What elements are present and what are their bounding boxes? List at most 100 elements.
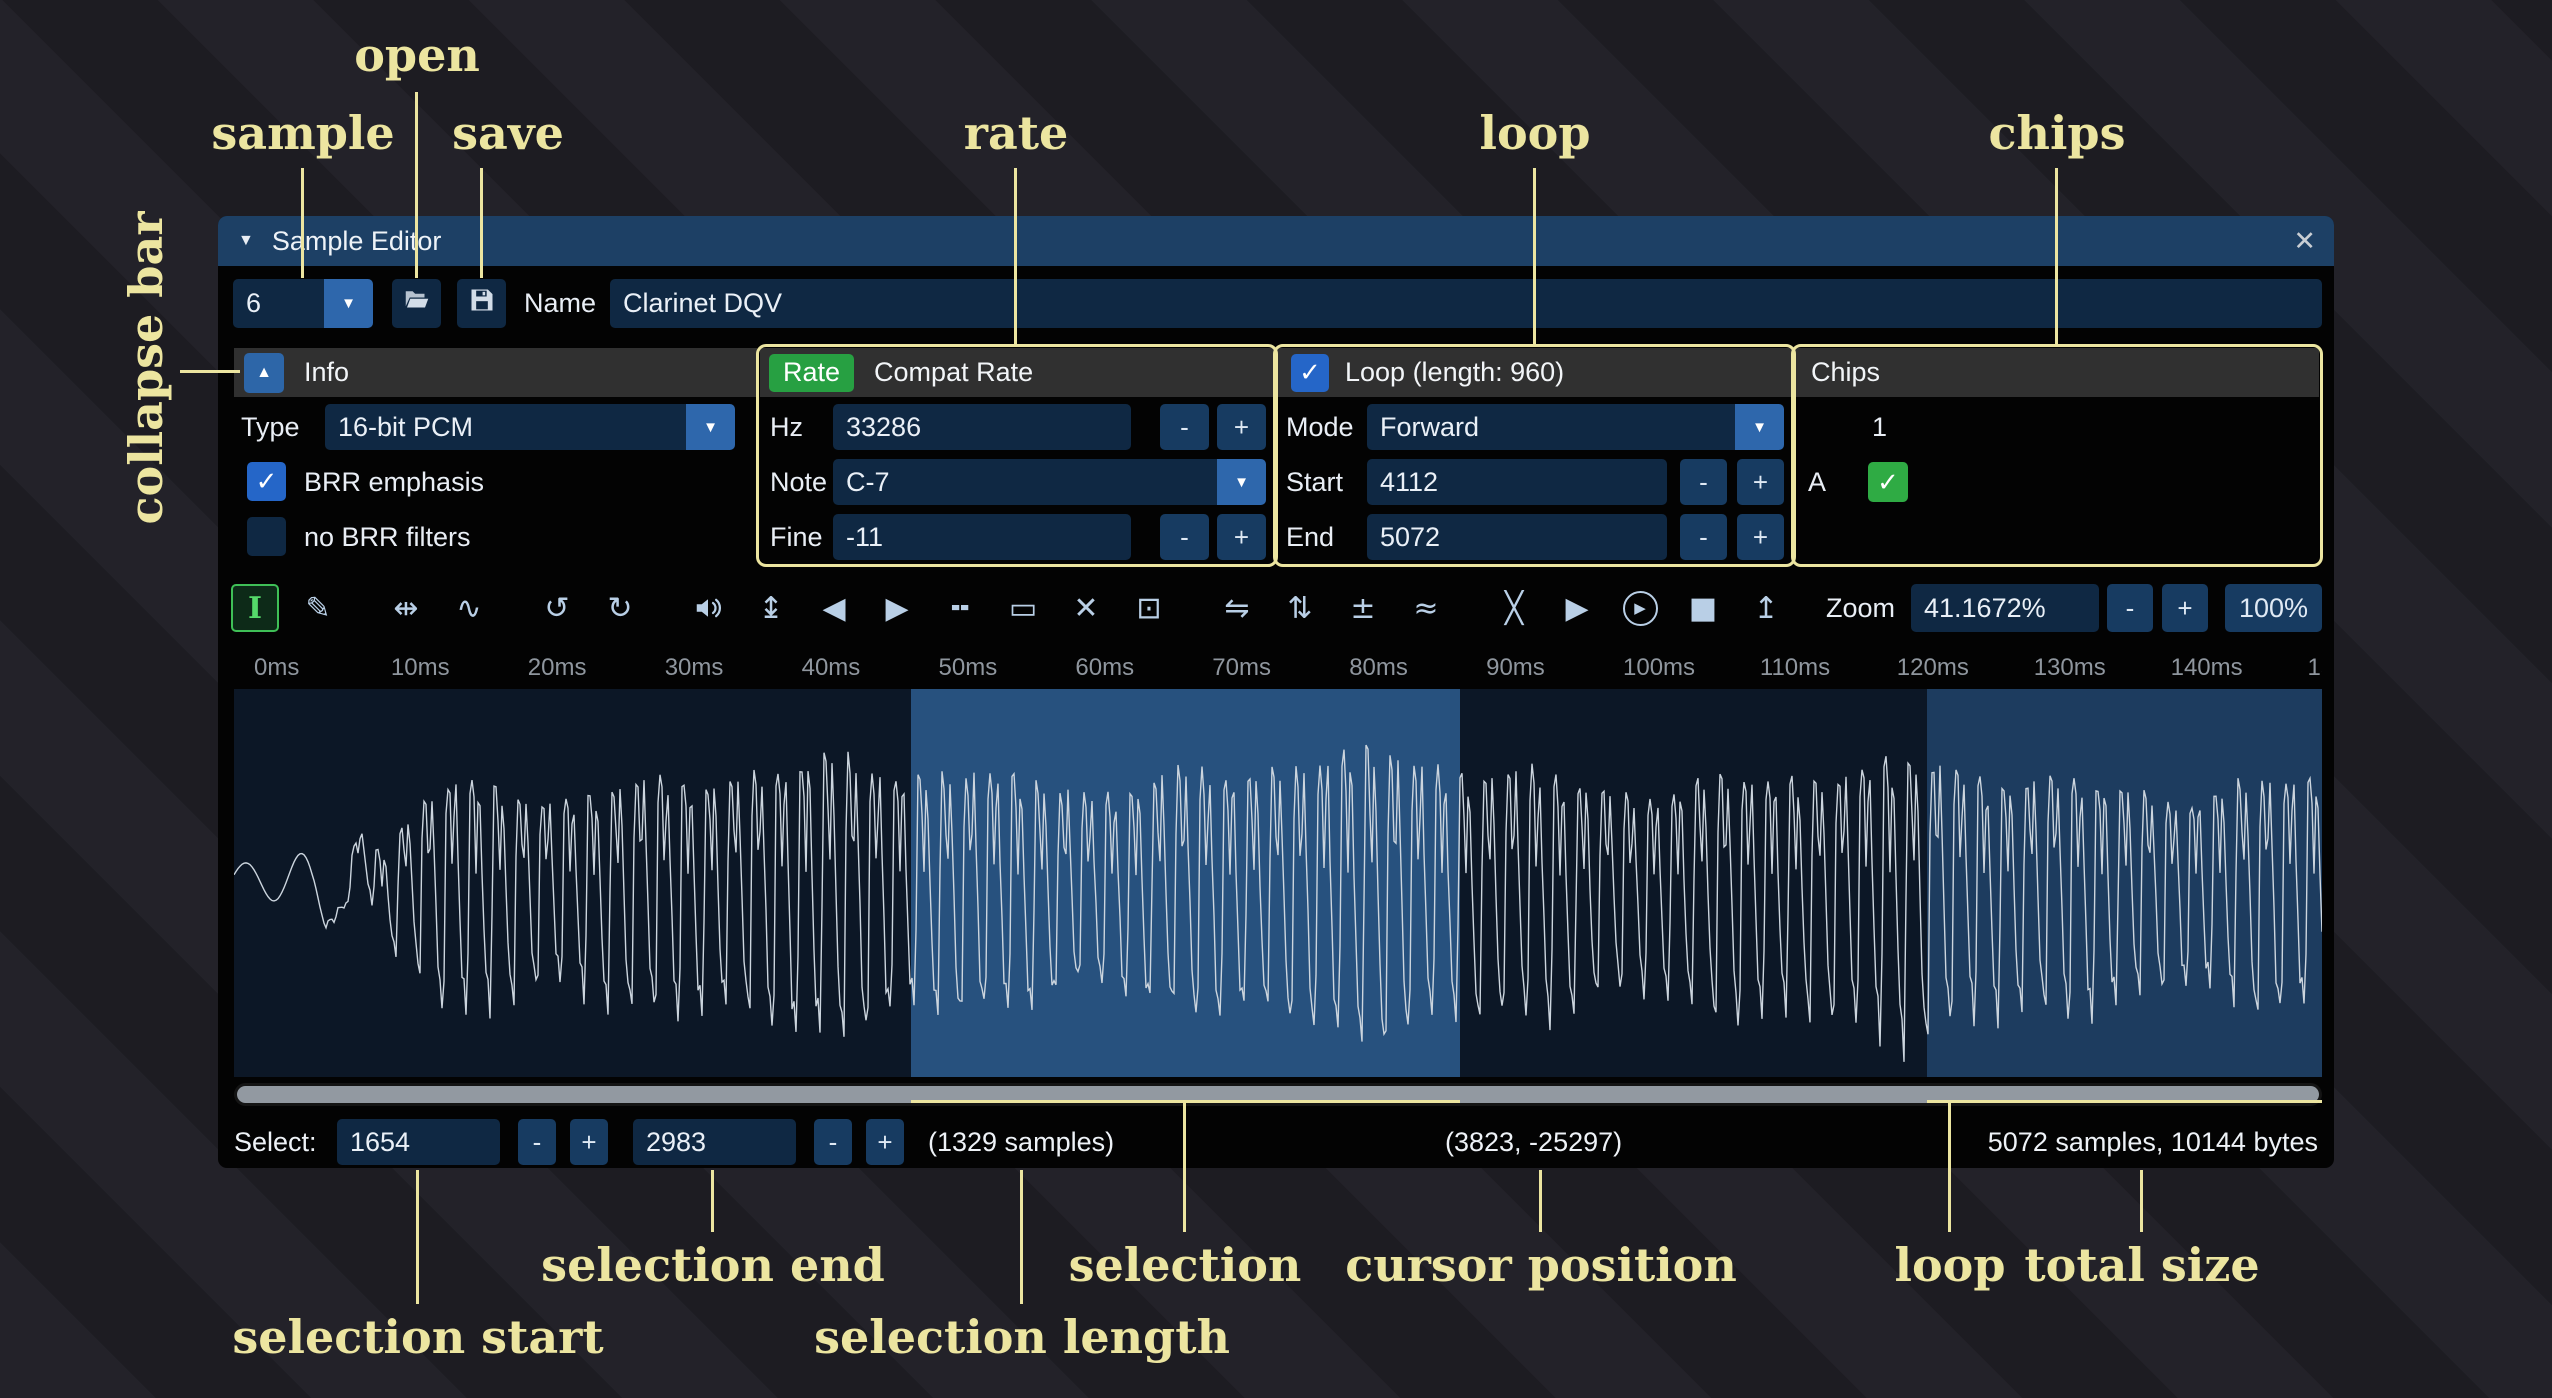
loop-start-input[interactable]: 4112	[1367, 459, 1667, 505]
preview-circled-button[interactable]: ▶	[1616, 584, 1664, 632]
fine-label: Fine	[770, 514, 823, 560]
selection-start-minus-button[interactable]: -	[518, 1119, 556, 1165]
callout-line-collapse-bar	[180, 370, 240, 373]
loop-end-label: End	[1286, 514, 1334, 560]
insert-silence-button[interactable]: ╍	[936, 584, 984, 632]
sign-exchange-button[interactable]: ±	[1339, 584, 1387, 632]
chevron-down-icon[interactable]: ▼	[686, 404, 735, 450]
fine-input[interactable]: -11	[833, 514, 1131, 560]
window-collapse-icon[interactable]: ▼	[238, 232, 254, 250]
annotation-selection-start: selection start	[232, 1310, 603, 1364]
annotation-total-size: total size	[2024, 1238, 2259, 1292]
stop-preview-button[interactable]: ■	[1679, 584, 1727, 632]
crossfade-loop-button[interactable]: ╳	[1490, 584, 1538, 632]
chevron-down-icon[interactable]: ▼	[1735, 404, 1784, 450]
chips-header-label: Chips	[1811, 357, 1880, 388]
annotation-loop: loop	[1479, 106, 1590, 160]
ruler-label: 20ms	[528, 654, 587, 682]
ruler-label: 70ms	[1212, 654, 1271, 682]
annotation-chips: chips	[1989, 106, 2126, 160]
fade-in-button[interactable]: ◀	[810, 584, 858, 632]
ruler-label: 30ms	[665, 654, 724, 682]
amplify-button[interactable]	[684, 584, 732, 632]
annotation-selection-length: selection length	[814, 1310, 1230, 1364]
rate-badge-button[interactable]: Rate	[769, 354, 854, 392]
preview-button[interactable]: ▶	[1553, 584, 1601, 632]
callout-bracket-loop	[1927, 1100, 2322, 1103]
loop-enable-checkbox[interactable]: ✓	[1291, 354, 1329, 392]
fade-out-button[interactable]: ▶	[873, 584, 921, 632]
selection-start-plus-button[interactable]: +	[570, 1119, 608, 1165]
trim-button[interactable]: ⊡	[1125, 584, 1173, 632]
ruler-label: 110ms	[1760, 654, 1830, 682]
zoom-reset-button[interactable]: 100%	[2225, 584, 2322, 632]
delete-button[interactable]: ✕	[1062, 584, 1110, 632]
selection-end-input[interactable]: 2983	[633, 1119, 796, 1165]
page: { "icons": { "dropdown_arrow": "▼", "win…	[0, 0, 2552, 1398]
redo-button[interactable]: ↻	[596, 584, 644, 632]
note-dropdown[interactable]: C-7 ▼	[833, 459, 1266, 505]
selection-end-plus-button[interactable]: +	[866, 1119, 904, 1165]
loop-mode-dropdown[interactable]: Forward ▼	[1367, 404, 1784, 450]
ruler-label: 50ms	[939, 654, 998, 682]
hz-minus-button[interactable]: -	[1160, 404, 1209, 450]
create-instrument-button[interactable]: ↥	[1742, 584, 1790, 632]
ruler-label: 120ms	[1897, 654, 1969, 682]
edit-mode-select-button[interactable]: I	[231, 584, 279, 632]
callout-line-save	[480, 168, 483, 278]
resize-button[interactable]: ⇹	[382, 584, 430, 632]
filter-button[interactable]: ≈	[1402, 584, 1450, 632]
brr-emphasis-checkbox[interactable]: ✓	[247, 462, 286, 501]
no-brr-filters-label: no BRR filters	[304, 514, 471, 560]
sample-selector-dropdown[interactable]: 6 ▼	[233, 279, 373, 328]
loop-end-input[interactable]: 5072	[1367, 514, 1667, 560]
sample-type-dropdown[interactable]: 16-bit PCM ▼	[325, 404, 735, 450]
select-label: Select:	[234, 1119, 317, 1165]
no-brr-filters-checkbox[interactable]	[247, 517, 286, 556]
callout-line-selection-start	[416, 1170, 419, 1304]
ruler-label: 60ms	[1075, 654, 1134, 682]
fine-plus-button[interactable]: +	[1217, 514, 1266, 560]
loop-section-header: ✓ Loop (length: 960)	[1277, 348, 1792, 397]
loop-start-plus-button[interactable]: +	[1737, 459, 1784, 505]
zoom-input[interactable]: 41.1672%	[1911, 584, 2099, 632]
close-icon[interactable]: ✕	[2293, 226, 2316, 257]
open-sample-button[interactable]	[392, 279, 441, 328]
selection-start-input[interactable]: 1654	[337, 1119, 500, 1165]
selection-end-minus-button[interactable]: -	[814, 1119, 852, 1165]
save-sample-button[interactable]	[457, 279, 506, 328]
hz-plus-button[interactable]: +	[1217, 404, 1266, 450]
mode-label: Mode	[1286, 404, 1354, 450]
zoom-minus-button[interactable]: -	[2107, 584, 2153, 632]
resample-button[interactable]: ∿	[445, 584, 493, 632]
invert-button[interactable]: ⇅	[1276, 584, 1324, 632]
waveform-view[interactable]	[234, 689, 2322, 1077]
chip-a-checkbox[interactable]: ✓	[1868, 462, 1908, 502]
sample-editor-window: ▼ Sample Editor ✕ 6 ▼ Name Clarinet DQV …	[218, 216, 2334, 1168]
time-ruler: 0ms10ms20ms30ms40ms50ms60ms70ms80ms90ms1…	[234, 644, 2322, 689]
undo-button[interactable]: ↺	[533, 584, 581, 632]
waveform[interactable]	[234, 689, 2322, 1077]
chevron-down-icon[interactable]: ▼	[324, 279, 373, 328]
sample-name-input[interactable]: Clarinet DQV	[610, 279, 2322, 328]
apply-silence-button[interactable]: ▭	[999, 584, 1047, 632]
titlebar: ▼ Sample Editor ✕	[218, 216, 2334, 266]
ruler-label: 80ms	[1349, 654, 1408, 682]
ruler-label: 140ms	[2171, 654, 2243, 682]
normalize-button[interactable]: ↨	[747, 584, 795, 632]
reverse-button[interactable]: ⇋	[1213, 584, 1261, 632]
fine-minus-button[interactable]: -	[1160, 514, 1209, 560]
collapse-info-button[interactable]: ▲	[244, 353, 284, 393]
sample-selector-value: 6	[246, 288, 261, 319]
edit-mode-draw-button[interactable]: ✎	[294, 584, 342, 632]
chip-row-label: A	[1808, 459, 1826, 505]
zoom-plus-button[interactable]: +	[2162, 584, 2208, 632]
loop-end-minus-button[interactable]: -	[1680, 514, 1727, 560]
ruler-label: 10ms	[391, 654, 450, 682]
callout-line-selection-end	[711, 1170, 714, 1232]
loop-end-plus-button[interactable]: +	[1737, 514, 1784, 560]
chevron-down-icon[interactable]: ▼	[1217, 459, 1266, 505]
hz-input[interactable]: 33286	[833, 404, 1131, 450]
loop-start-minus-button[interactable]: -	[1680, 459, 1727, 505]
annotation-save: save	[452, 106, 564, 160]
